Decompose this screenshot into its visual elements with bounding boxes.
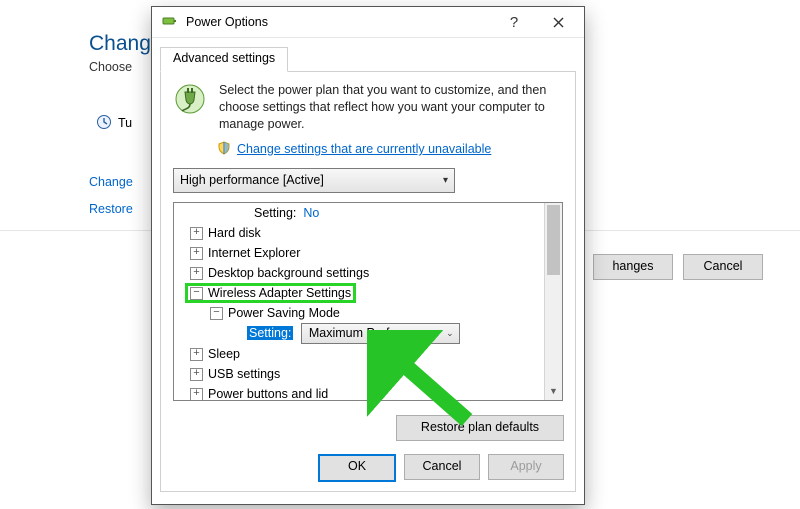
- dialog-title: Power Options: [186, 15, 492, 29]
- bg-text-turn: Tu: [118, 116, 132, 130]
- power-saving-mode-select[interactable]: Maximum Performance ⌄: [301, 323, 460, 344]
- restore-plan-defaults-button[interactable]: Restore plan defaults: [396, 415, 564, 441]
- settings-tree[interactable]: Setting: No + Hard disk + Internet Explore…: [173, 202, 563, 401]
- expand-icon[interactable]: +: [190, 368, 203, 381]
- chevron-down-icon: ⌄: [446, 323, 454, 343]
- page-subtext: Choose: [89, 60, 132, 74]
- power-options-dialog: Power Options ? Advanced settings Select…: [151, 6, 585, 505]
- tree-setting-label: Setting:: [254, 206, 296, 220]
- tree-item-desktop-bg[interactable]: Desktop background settings: [208, 266, 369, 280]
- scroll-down-icon[interactable]: ▼: [545, 383, 562, 400]
- tree-setting-label-selected: Setting:: [247, 326, 293, 340]
- power-saving-mode-value: Maximum Performance: [309, 323, 438, 343]
- collapse-icon[interactable]: −: [210, 307, 223, 320]
- titlebar: Power Options ?: [152, 7, 584, 38]
- power-plan-select[interactable]: High performance [Active] ▾: [173, 168, 455, 193]
- expand-icon[interactable]: +: [190, 247, 203, 260]
- dialog-description: Select the power plan that you want to c…: [219, 82, 563, 133]
- tab-advanced-settings[interactable]: Advanced settings: [160, 47, 288, 72]
- battery-icon: [162, 13, 178, 32]
- tabstrip: Advanced settings: [160, 47, 576, 72]
- ok-button[interactable]: OK: [318, 454, 396, 482]
- power-plan-selected: High performance [Active]: [180, 173, 324, 187]
- bg-cancel-button[interactable]: Cancel: [683, 254, 763, 280]
- apply-button: Apply: [488, 454, 564, 480]
- uac-change-settings-link[interactable]: Change settings that are currently unava…: [237, 142, 491, 156]
- expand-icon[interactable]: +: [190, 227, 203, 240]
- tree-item-hard-disk[interactable]: Hard disk: [208, 226, 261, 240]
- page-title: Chang: [89, 32, 151, 56]
- expand-icon[interactable]: +: [190, 348, 203, 361]
- cancel-button[interactable]: Cancel: [404, 454, 480, 480]
- tree-item-sleep[interactable]: Sleep: [208, 347, 240, 361]
- power-plug-icon: [173, 82, 207, 119]
- clock-icon: [96, 114, 112, 133]
- chevron-down-icon: ▾: [443, 175, 448, 186]
- tree-item-wireless-adapter[interactable]: Wireless Adapter Settings: [208, 286, 351, 300]
- save-changes-button[interactable]: hanges: [593, 254, 673, 280]
- tree-item-ie[interactable]: Internet Explorer: [208, 246, 300, 260]
- help-button[interactable]: ?: [492, 8, 536, 36]
- tab-panel: Select the power plan that you want to c…: [160, 72, 576, 492]
- tree-item-power-buttons[interactable]: Power buttons and lid: [208, 387, 328, 401]
- expand-icon[interactable]: +: [190, 388, 203, 401]
- tree-setting-value: No: [303, 206, 319, 220]
- expand-icon[interactable]: +: [190, 267, 203, 280]
- tree-item-usb[interactable]: USB settings: [208, 367, 280, 381]
- bg-link-restore[interactable]: Restore: [89, 202, 133, 216]
- close-button[interactable]: [536, 8, 580, 36]
- scroll-thumb[interactable]: [547, 205, 560, 275]
- shield-icon: [217, 141, 231, 158]
- tree-item-power-saving-mode[interactable]: Power Saving Mode: [228, 306, 340, 320]
- bg-link-change[interactable]: Change: [89, 175, 133, 189]
- collapse-icon[interactable]: −: [190, 287, 203, 300]
- scrollbar[interactable]: ▲ ▼: [544, 203, 562, 400]
